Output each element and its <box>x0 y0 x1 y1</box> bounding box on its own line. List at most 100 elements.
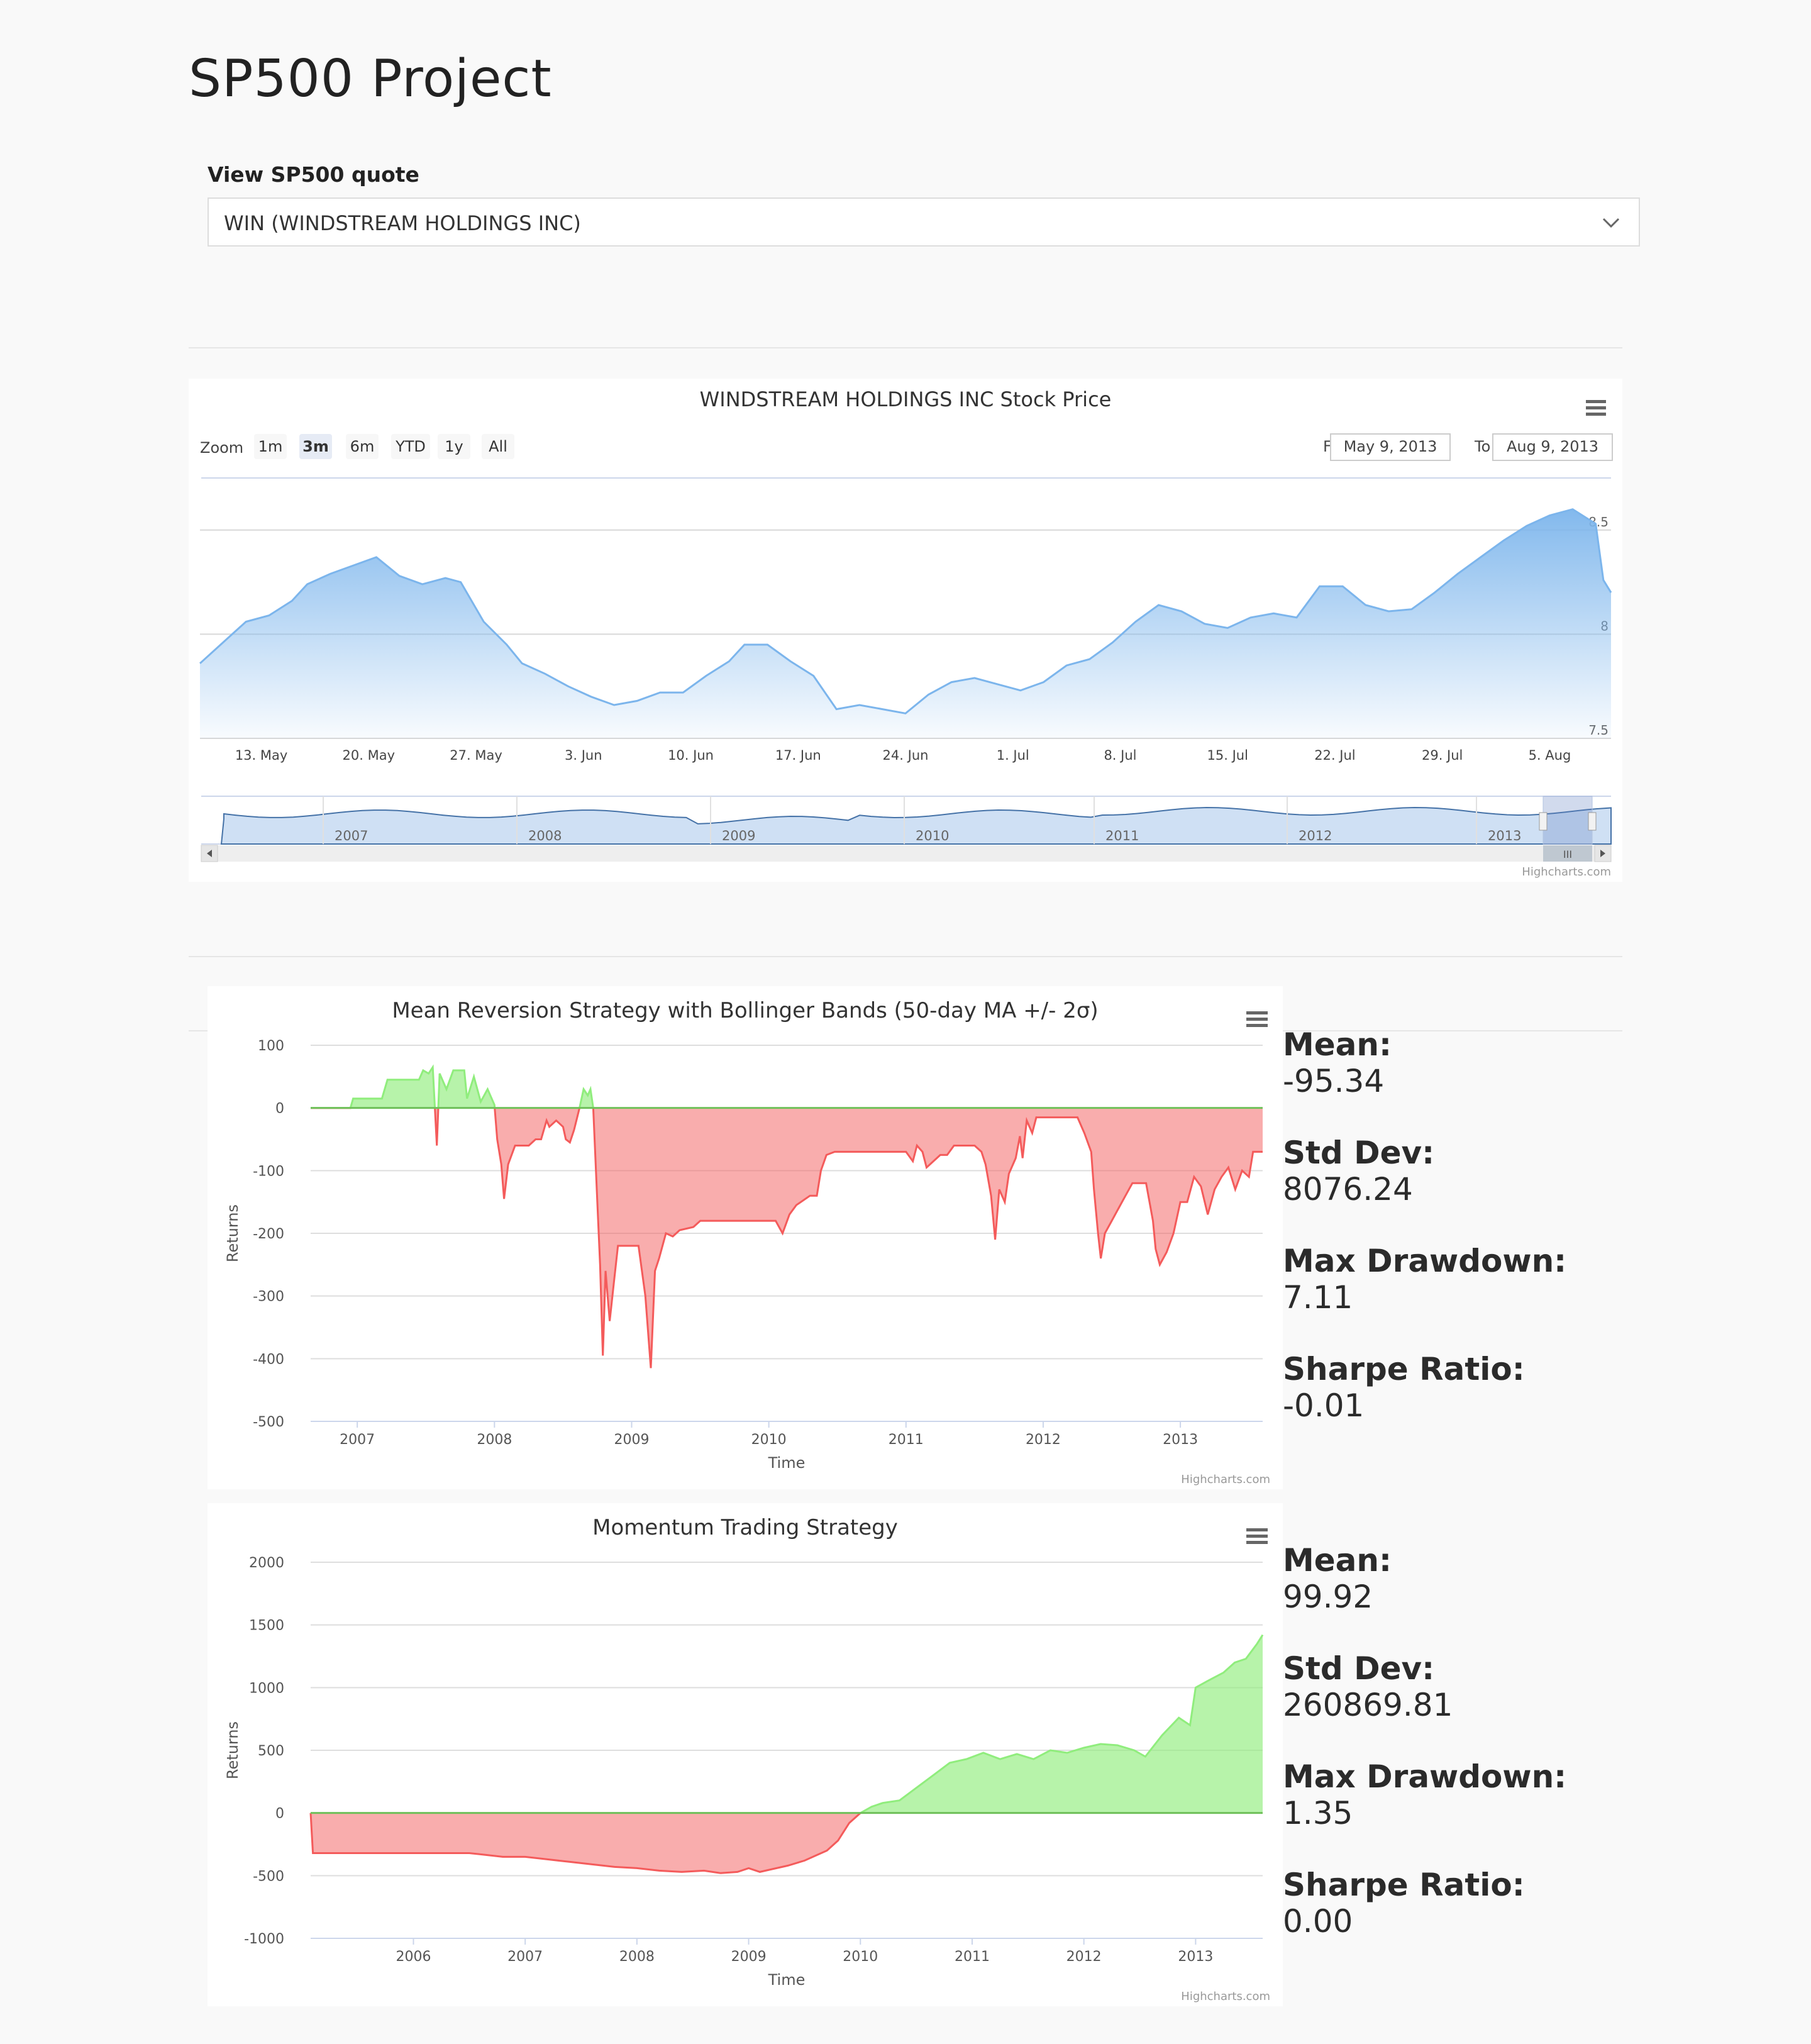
stat-label: Std Dev: <box>1283 1650 1435 1687</box>
momentum-stats: Mean: 99.92 Std Dev: 260869.81 Max Drawd… <box>1283 1542 1786 1975</box>
menu-icon[interactable] <box>1245 1526 1270 1553</box>
stat-sharpe-ratio: Sharpe Ratio: -0.01 <box>1283 1351 1786 1459</box>
page-title: SP500 Project <box>189 49 552 109</box>
chart-title: Momentum Trading Strategy <box>592 1515 898 1540</box>
zoom-button-label: 3m <box>302 438 329 455</box>
stat-value: 8076.24 <box>1283 1171 1413 1208</box>
stat-label: Mean: <box>1283 1542 1392 1579</box>
x-tick-label: 22. Jul <box>1314 748 1355 763</box>
y-tick-label: 100 <box>258 1038 284 1054</box>
navigator-year-label: 2010 <box>916 828 949 843</box>
navigator-handle-left[interactable] <box>1539 812 1548 831</box>
menu-icon[interactable] <box>1245 1009 1270 1036</box>
stat-value: 260869.81 <box>1283 1687 1453 1723</box>
stat-value: 1.35 <box>1283 1795 1353 1831</box>
highcharts-credit[interactable]: Highcharts.com <box>1181 1990 1270 2003</box>
stat-max-drawdown: Max Drawdown: 1.35 <box>1283 1758 1786 1867</box>
x-axis-title: Time <box>768 1971 806 1989</box>
stat-label: Max Drawdown: <box>1283 1243 1567 1279</box>
y-axis-title: Returns <box>224 1204 241 1262</box>
stat-value: -0.01 <box>1283 1387 1365 1424</box>
y-tick-label: 2000 <box>249 1555 284 1571</box>
quote-select-label: View SP500 quote <box>208 162 419 187</box>
navigator-year-label: 2009 <box>722 828 755 843</box>
navigator-year-label: 2011 <box>1105 828 1139 843</box>
menu-icon[interactable] <box>1585 397 1607 425</box>
momentum-chart: Momentum Trading Strategy 2000 1500 1000 50… <box>224 1515 1270 2003</box>
y-tick-label: -100 <box>253 1164 284 1179</box>
highcharts-credit[interactable]: Highcharts.com <box>1181 1473 1270 1486</box>
stat-std-dev: Std Dev: 260869.81 <box>1283 1650 1786 1758</box>
x-tick-label: 1. Jul <box>997 748 1029 763</box>
x-tick-label: 2008 <box>619 1949 655 1965</box>
y-tick-label: 0 <box>275 1806 284 1822</box>
y-tick-label: -500 <box>253 1414 284 1430</box>
x-tick-label: 29. Jul <box>1422 748 1463 763</box>
stat-value: 7.11 <box>1283 1279 1353 1316</box>
y-tick-label: -500 <box>253 1869 284 1884</box>
stat-mean: Mean: -95.34 <box>1283 1026 1786 1135</box>
x-tick-label: 27. May <box>450 748 502 763</box>
navigator[interactable]: 2007 2008 2009 2010 2011 2012 2013 III <box>201 796 1612 862</box>
x-tick-label: 5. Aug <box>1529 748 1571 763</box>
zoom-button-label: 6m <box>350 438 375 455</box>
navigator-handle-right[interactable] <box>1588 812 1597 831</box>
quote-select-value: WIN (WINDSTREAM HOLDINGS INC) <box>224 211 581 235</box>
navigator-selection[interactable] <box>1542 796 1593 845</box>
x-axis-title: Time <box>768 1454 806 1472</box>
quote-select[interactable]: WIN (WINDSTREAM HOLDINGS INC) <box>208 197 1640 247</box>
stat-max-drawdown: Max Drawdown: 7.11 <box>1283 1243 1786 1351</box>
scrollbar-track[interactable] <box>201 845 1611 862</box>
y-tick-label: 1000 <box>249 1680 284 1696</box>
divider <box>189 956 1622 957</box>
x-tick-label: 13. May <box>235 748 288 763</box>
y-tick-label: 500 <box>258 1743 284 1759</box>
stat-label: Sharpe Ratio: <box>1283 1351 1525 1387</box>
stat-label: Max Drawdown: <box>1283 1758 1567 1795</box>
stat-mean: Mean: 99.92 <box>1283 1542 1786 1650</box>
highcharts-credit[interactable]: Highcharts.com <box>1522 865 1611 879</box>
x-tick-label: 2011 <box>889 1432 924 1448</box>
zoom-button-label: 1m <box>258 438 283 455</box>
x-tick-label: 2009 <box>731 1949 767 1965</box>
stat-label: Mean: <box>1283 1026 1392 1063</box>
x-tick-label: 17. Jun <box>775 748 821 763</box>
from-date-value: May 9, 2013 <box>1344 438 1437 455</box>
x-tick-label: 2008 <box>477 1432 512 1448</box>
returns-area-negative <box>311 1108 1263 1369</box>
x-tick-label: 2012 <box>1026 1432 1061 1448</box>
stat-value: 0.00 <box>1283 1903 1353 1940</box>
navigator-year-label: 2008 <box>528 828 562 843</box>
to-label: To <box>1474 438 1490 455</box>
momentum-panel: Momentum Trading Strategy 2000 1500 1000 50… <box>208 1503 1283 2006</box>
divider <box>189 347 1622 348</box>
x-tick-label: 2011 <box>955 1949 990 1965</box>
mean-reversion-chart: Mean Reversion Strategy with Bollinger B… <box>224 998 1270 1486</box>
x-tick-label: 3. Jun <box>565 748 602 763</box>
to-date-value: Aug 9, 2013 <box>1507 438 1598 455</box>
x-tick-label: 2007 <box>507 1949 543 1965</box>
y-tick-label: 1500 <box>249 1618 284 1634</box>
x-tick-label: 20. May <box>343 748 396 763</box>
stat-std-dev: Std Dev: 8076.24 <box>1283 1135 1786 1243</box>
zoom-button-label: All <box>489 438 507 455</box>
y-tick-label: 0 <box>275 1101 284 1117</box>
x-tick-label: 2006 <box>396 1949 431 1965</box>
stat-sharpe-ratio: Sharpe Ratio: 0.00 <box>1283 1867 1786 1975</box>
navigator-year-label: 2013 <box>1488 828 1521 843</box>
x-tick-label: 2012 <box>1066 1949 1102 1965</box>
stat-value: -95.34 <box>1283 1063 1385 1099</box>
price-area <box>200 509 1611 738</box>
x-tick-label: 2010 <box>751 1432 787 1448</box>
mean-reversion-stats: Mean: -95.34 Std Dev: 8076.24 Max Drawdo… <box>1283 1026 1786 1459</box>
x-tick-label: 2010 <box>843 1949 878 1965</box>
mean-reversion-panel: Mean Reversion Strategy with Bollinger B… <box>208 986 1283 1489</box>
x-tick-label: 8. Jul <box>1104 748 1136 763</box>
x-tick-label: 15. Jul <box>1207 748 1248 763</box>
y-tick-label: -300 <box>253 1289 284 1305</box>
chevron-down-icon[interactable] <box>1598 210 1624 235</box>
navigator-year-label: 2007 <box>335 828 368 843</box>
x-tick-label: 10. Jun <box>668 748 714 763</box>
x-tick-label: 2013 <box>1178 1949 1213 1965</box>
stock-price-chart: WINDSTREAM HOLDINGS INC Stock Price Zoom… <box>199 387 1613 879</box>
